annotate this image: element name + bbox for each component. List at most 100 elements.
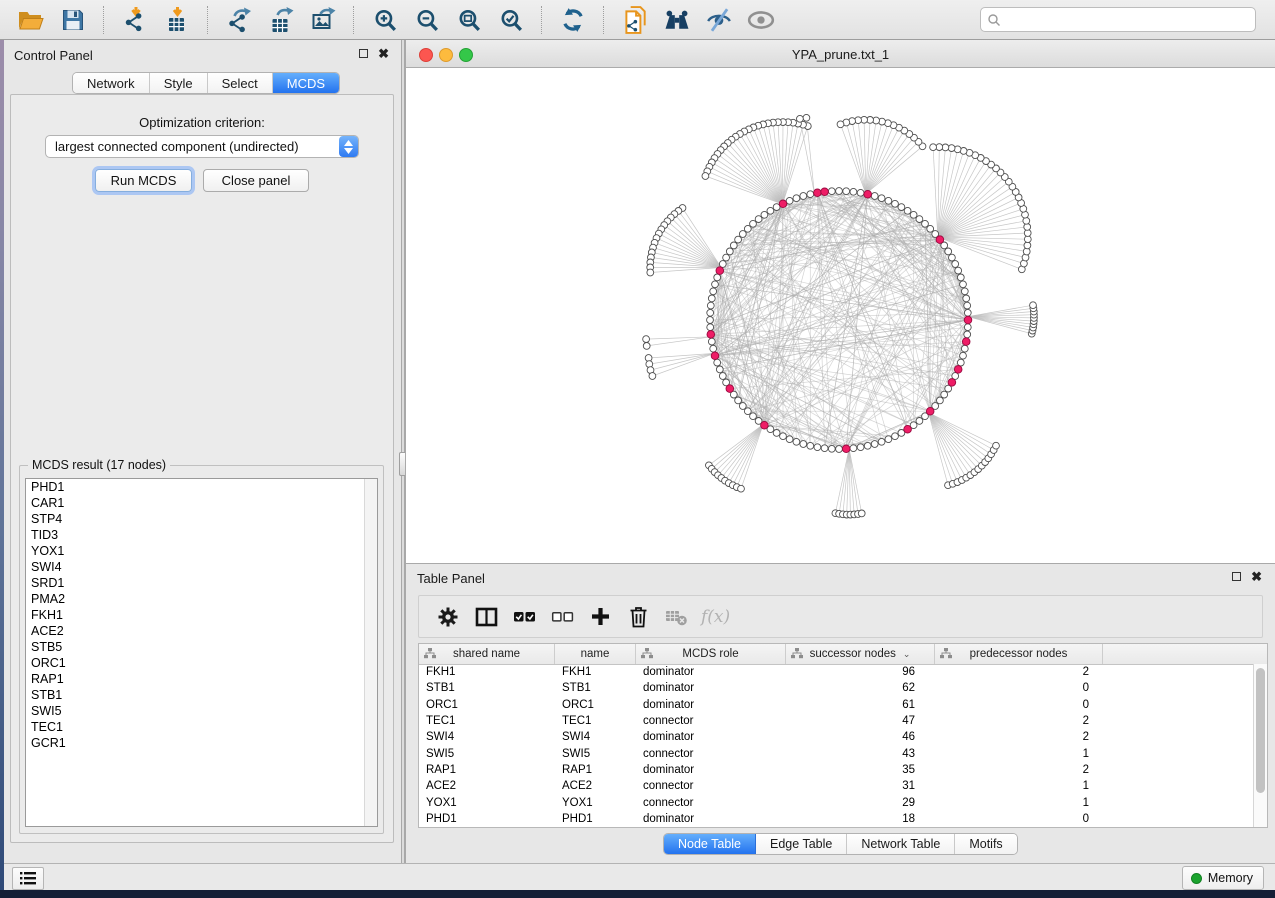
cell-MCDS-role[interactable]: connector: [636, 780, 786, 792]
network-node[interactable]: [710, 288, 717, 295]
mcds-list-scrollbar[interactable]: [364, 479, 377, 826]
mcds-network-node[interactable]: [842, 445, 850, 453]
tab-edge-table[interactable]: Edge Table: [756, 834, 847, 854]
zoom-out-icon[interactable]: [410, 4, 444, 36]
network-node[interactable]: [892, 200, 899, 207]
network-node[interactable]: [892, 433, 899, 440]
network-node[interactable]: [945, 248, 952, 255]
cell-predecessor-nodes[interactable]: 1: [935, 780, 1103, 792]
network-node[interactable]: [726, 248, 733, 255]
mcds-network-node[interactable]: [936, 236, 944, 244]
network-node[interactable]: [857, 444, 864, 451]
network-node[interactable]: [710, 345, 717, 352]
cell-MCDS-role[interactable]: dominator: [636, 666, 786, 678]
network-node[interactable]: [843, 188, 850, 195]
optimization-criterion-dropdown[interactable]: largest connected component (undirected): [45, 135, 359, 158]
network-node[interactable]: [957, 274, 964, 281]
cell-successor-nodes[interactable]: 61: [786, 699, 935, 711]
delete-columns-icon[interactable]: [623, 602, 653, 632]
cell-name[interactable]: PHD1: [555, 813, 636, 825]
table-row[interactable]: RAP1RAP1dominator352: [419, 762, 1254, 778]
save-icon[interactable]: [56, 4, 90, 36]
cell-MCDS-role[interactable]: connector: [636, 797, 786, 809]
run-mcds-button[interactable]: Run MCDS: [95, 169, 192, 192]
cell-predecessor-nodes[interactable]: 2: [935, 764, 1103, 776]
network-node[interactable]: [871, 193, 878, 200]
network-node[interactable]: [793, 195, 800, 202]
close-panel-button[interactable]: Close panel: [203, 169, 309, 192]
mcds-result-item[interactable]: RAP1: [26, 671, 377, 687]
network-node[interactable]: [948, 145, 955, 152]
network-node[interactable]: [960, 352, 967, 359]
open-icon[interactable]: [14, 4, 48, 36]
import-table-icon[interactable]: [160, 4, 194, 36]
network-node[interactable]: [716, 366, 723, 373]
network-node[interactable]: [797, 115, 804, 122]
network-node[interactable]: [723, 254, 730, 261]
cell-successor-nodes[interactable]: 47: [786, 715, 935, 727]
network-node[interactable]: [707, 324, 714, 331]
network-node[interactable]: [957, 359, 964, 366]
cell-predecessor-nodes[interactable]: 2: [935, 666, 1103, 678]
cell-MCDS-role[interactable]: dominator: [636, 731, 786, 743]
network-node[interactable]: [961, 288, 968, 295]
show-all-icon[interactable]: [744, 4, 778, 36]
mcds-result-item[interactable]: ACE2: [26, 623, 377, 639]
table-row[interactable]: PHD1PHD1dominator180: [419, 811, 1254, 827]
cell-successor-nodes[interactable]: 46: [786, 731, 935, 743]
network-node[interactable]: [850, 445, 857, 452]
network-node[interactable]: [738, 485, 745, 492]
network-node[interactable]: [649, 373, 656, 380]
network-node[interactable]: [878, 438, 885, 445]
network-node[interactable]: [878, 195, 885, 202]
cell-successor-nodes[interactable]: 96: [786, 666, 935, 678]
mcds-result-list[interactable]: PHD1CAR1STP4TID3YOX1SWI4SRD1PMA2FKH1ACE2…: [25, 478, 378, 827]
cell-successor-nodes[interactable]: 35: [786, 764, 935, 776]
network-node[interactable]: [828, 188, 835, 195]
network-node[interactable]: [730, 242, 737, 249]
network-node[interactable]: [960, 281, 967, 288]
create-column-icon[interactable]: [585, 602, 615, 632]
mcds-network-node[interactable]: [948, 379, 956, 387]
network-node[interactable]: [714, 359, 721, 366]
find-icon[interactable]: [660, 4, 694, 36]
cell-name[interactable]: RAP1: [555, 764, 636, 776]
network-node[interactable]: [885, 436, 892, 443]
zoom-fit-icon[interactable]: [452, 4, 486, 36]
mcds-result-item[interactable]: GCR1: [26, 735, 377, 751]
network-node[interactable]: [836, 188, 843, 195]
table-row[interactable]: SWI4SWI4dominator462: [419, 729, 1254, 745]
mcds-network-node[interactable]: [954, 366, 962, 374]
cell-shared-name[interactable]: FKH1: [419, 666, 555, 678]
hide-selected-icon[interactable]: [702, 4, 736, 36]
network-node[interactable]: [1023, 217, 1030, 224]
cell-name[interactable]: SWI4: [555, 731, 636, 743]
network-node[interactable]: [864, 442, 871, 449]
cell-shared-name[interactable]: STB1: [419, 682, 555, 694]
network-node[interactable]: [964, 324, 971, 331]
network-node[interactable]: [916, 418, 923, 425]
cell-MCDS-role[interactable]: dominator: [636, 682, 786, 694]
mcds-result-item[interactable]: CAR1: [26, 495, 377, 511]
network-node[interactable]: [800, 441, 807, 448]
cell-name[interactable]: FKH1: [555, 666, 636, 678]
mcds-result-item[interactable]: SWI5: [26, 703, 377, 719]
cell-predecessor-nodes[interactable]: 0: [935, 699, 1103, 711]
network-node[interactable]: [707, 302, 714, 309]
network-canvas[interactable]: [406, 68, 1275, 563]
tab-node-table[interactable]: Node Table: [664, 834, 756, 854]
network-node[interactable]: [871, 441, 878, 448]
network-node[interactable]: [885, 197, 892, 204]
network-node[interactable]: [828, 445, 835, 452]
network-node[interactable]: [719, 261, 726, 268]
cell-successor-nodes[interactable]: 62: [786, 682, 935, 694]
network-node[interactable]: [963, 295, 970, 302]
network-node[interactable]: [793, 438, 800, 445]
network-node[interactable]: [993, 442, 1000, 449]
cell-name[interactable]: SWI5: [555, 748, 636, 760]
table-row[interactable]: FKH1FKH1dominator962: [419, 664, 1254, 680]
cell-MCDS-role[interactable]: dominator: [636, 699, 786, 711]
mcds-result-item[interactable]: TEC1: [26, 719, 377, 735]
cell-successor-nodes[interactable]: 29: [786, 797, 935, 809]
mcds-result-item[interactable]: STP4: [26, 511, 377, 527]
